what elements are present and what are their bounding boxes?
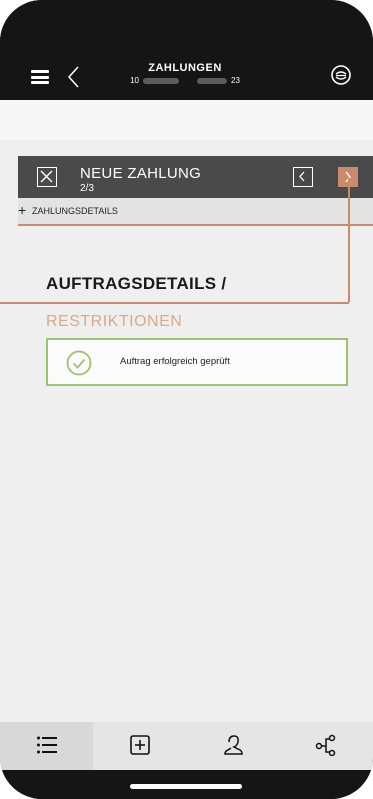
subtitle-suffix: 23 xyxy=(231,76,240,85)
status-bar xyxy=(0,0,373,50)
add-box-icon xyxy=(129,735,150,755)
payment-details-label: ZAHLUNGSDETAILS xyxy=(32,206,118,216)
plus-icon: + xyxy=(18,202,27,218)
app-title-block: ZAHLUNGEN 10 23 xyxy=(100,62,270,85)
status-message: Auftrag erfolgreich geprüft xyxy=(120,356,230,367)
payment-details-expander[interactable]: + ZAHLUNGSDETAILS xyxy=(18,198,373,226)
check-circle-icon xyxy=(66,350,92,376)
content-top-strip xyxy=(0,100,373,140)
profile-icon[interactable] xyxy=(330,64,352,86)
subtitle-prefix: 10 xyxy=(130,76,139,85)
close-icon[interactable] xyxy=(37,167,57,187)
share-icon xyxy=(315,734,335,756)
redacted-block xyxy=(143,77,179,84)
payment-title: NEUE ZAHLUNG xyxy=(80,165,202,182)
top-navigation-bar: ZAHLUNGEN 10 23 xyxy=(0,50,373,100)
list-icon xyxy=(36,736,57,754)
home-bar xyxy=(0,770,373,799)
step-indicator: 2/3 xyxy=(80,183,94,194)
payment-header: NEUE ZAHLUNG 2/3 xyxy=(18,156,373,198)
section-subtitle: RESTRIKTIONEN xyxy=(46,313,183,330)
main-content: NEUE ZAHLUNG 2/3 + ZAHLUNGSDETAILS AUFTR… xyxy=(0,100,373,722)
previous-step-button[interactable] xyxy=(293,167,313,187)
tab-list[interactable] xyxy=(0,722,93,770)
status-message-box: Auftrag erfolgreich geprüft xyxy=(46,338,348,386)
redacted-block xyxy=(197,77,227,84)
page-title: ZAHLUNGEN xyxy=(148,62,222,74)
connector-line xyxy=(348,178,350,302)
connector-line xyxy=(0,302,349,304)
person-icon xyxy=(223,735,243,755)
tab-contacts[interactable] xyxy=(186,722,279,770)
tab-new[interactable] xyxy=(93,722,186,770)
back-chevron-icon[interactable] xyxy=(64,64,84,90)
section-title: AUFTRAGSDETAILS / xyxy=(46,274,227,293)
phone-frame: ZAHLUNGEN 10 23 NEUE ZAHLUNG 2/3 + ZAHLU… xyxy=(0,0,373,799)
account-subtitle: 10 23 xyxy=(100,76,270,85)
tab-share[interactable] xyxy=(279,722,372,770)
bottom-tab-bar xyxy=(0,722,373,770)
menu-icon[interactable] xyxy=(31,70,49,84)
home-indicator[interactable] xyxy=(130,784,242,789)
